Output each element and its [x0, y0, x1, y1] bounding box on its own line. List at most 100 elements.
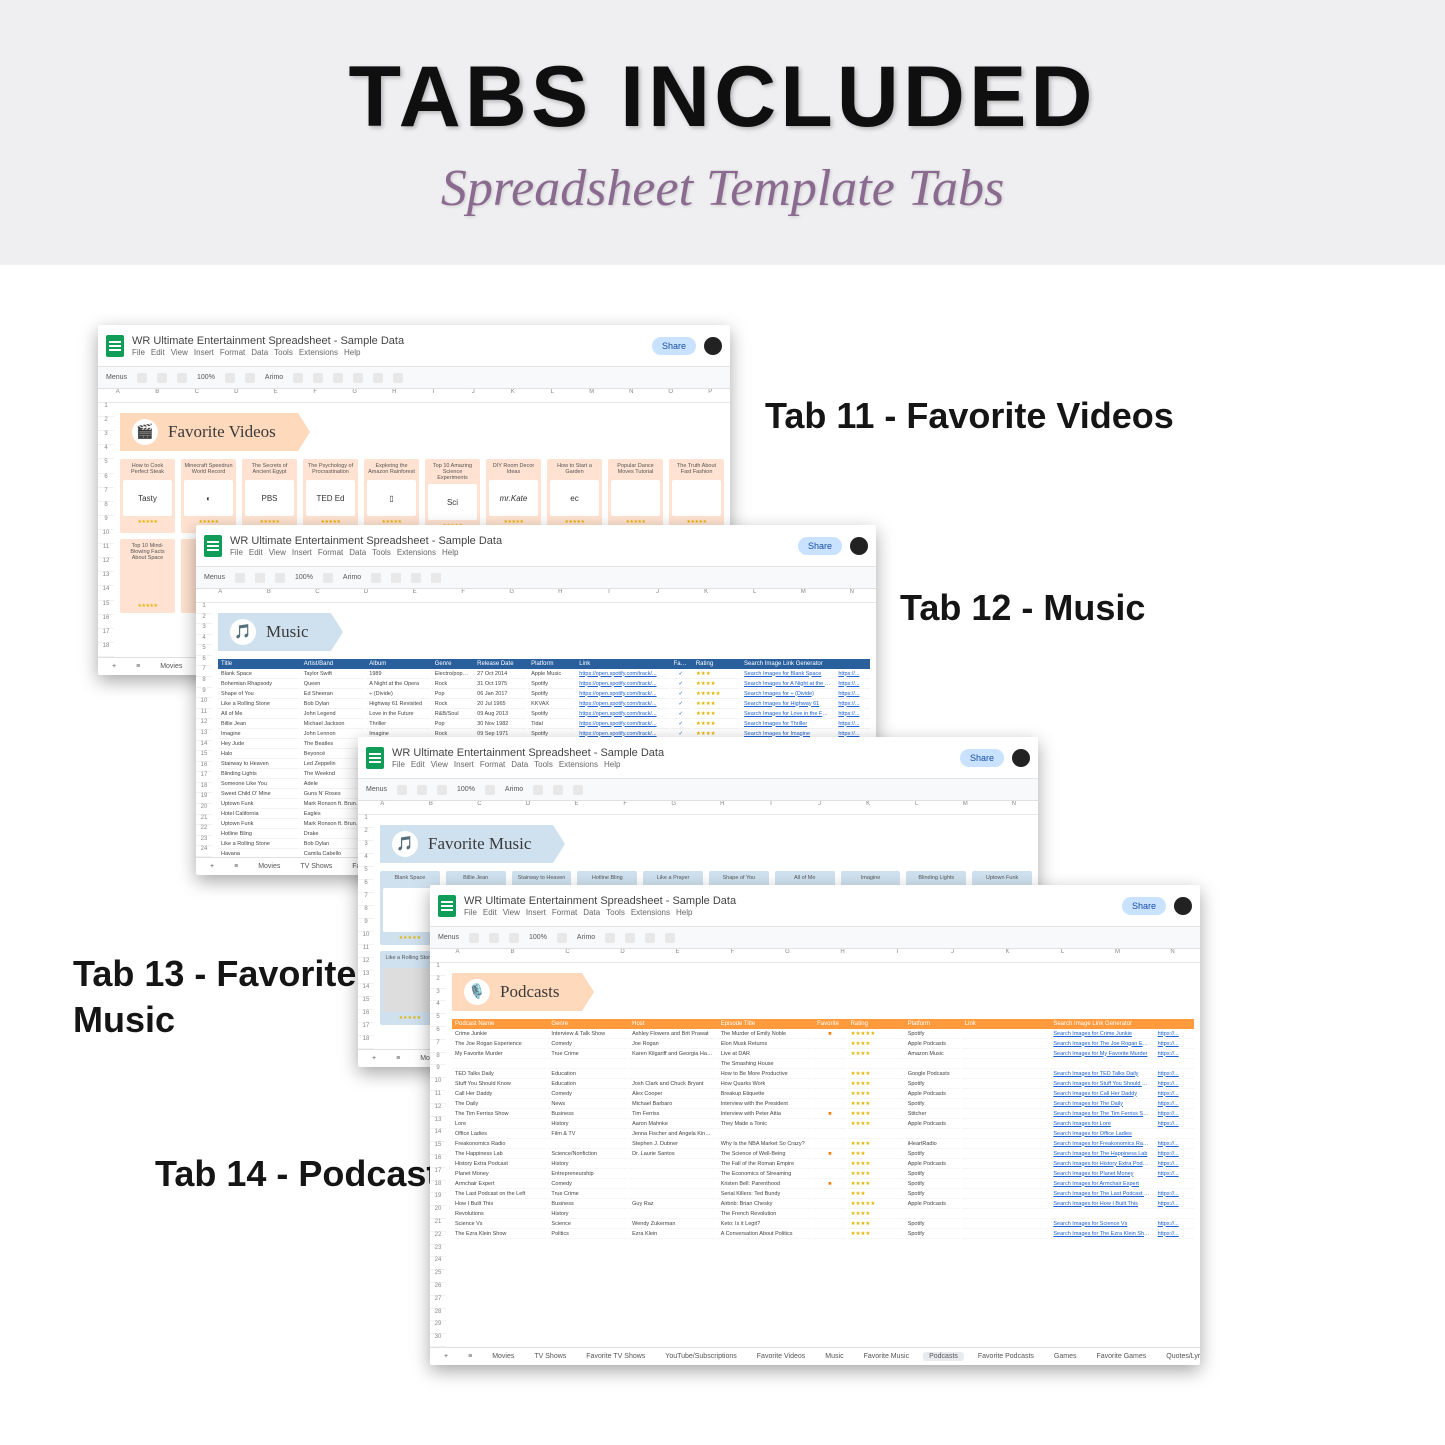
menu-view[interactable]: View — [171, 348, 188, 357]
sheet-tab[interactable]: Favorite Music — [858, 1352, 916, 1361]
music-row[interactable]: Bohemian RhapsodyQueenA Night at the Ope… — [218, 679, 870, 689]
share-button[interactable]: Share — [652, 337, 696, 355]
menu-tools[interactable]: Tools — [274, 348, 293, 357]
menu-edit[interactable]: Edit — [411, 760, 425, 769]
menu-view[interactable]: View — [269, 548, 286, 557]
podcast-row[interactable]: My Favorite MurderTrue CrimeKaren Kilgar… — [452, 1049, 1194, 1059]
podcast-row[interactable]: TED Talks DailyEducationHow to Be More P… — [452, 1069, 1194, 1079]
podcast-row[interactable]: Armchair ExpertComedyKristen Bell: Paren… — [452, 1179, 1194, 1189]
sheet-tabs[interactable]: +≡MoviesTV ShowsFavorite TV ShowsYouTube… — [430, 1347, 1200, 1365]
podcast-row[interactable]: The DailyNewsMichael BarbaroInterview wi… — [452, 1099, 1194, 1109]
menu-help[interactable]: Help — [442, 548, 458, 557]
podcast-row[interactable]: Planet MoneyEntrepreneurshipThe Economic… — [452, 1169, 1194, 1179]
music-row[interactable]: Blank SpaceTaylor Swift1989Electro/pop/D… — [218, 669, 870, 679]
menu-data[interactable]: Data — [511, 760, 528, 769]
video-card[interactable]: DIY Room Decor Ideasmr.Kate★★★★★ — [486, 459, 541, 533]
podcast-row[interactable]: Freakonomics RadioStephen J. DubnerWhy I… — [452, 1139, 1194, 1149]
sheet-tab[interactable]: Music — [819, 1352, 849, 1361]
sheet-tab[interactable]: YouTube/Subscriptions — [659, 1352, 742, 1361]
video-card[interactable]: Exploring the Amazon Rainforest▯★★★★★ — [364, 459, 419, 533]
menu-data[interactable]: Data — [349, 548, 366, 557]
podcast-row[interactable]: The Joe Rogan ExperienceComedyJoe RoganE… — [452, 1039, 1194, 1049]
music-icon: 🎵 — [230, 619, 256, 645]
menu-format[interactable]: Format — [318, 548, 343, 557]
video-card[interactable]: The Secrets of Ancient EgyptPBS★★★★★ — [242, 459, 297, 533]
video-card[interactable]: Top 10 Amazing Science ExperimentsSci★★★… — [425, 459, 480, 533]
music-row[interactable]: Shape of YouEd Sheeran÷ (Divide)Pop06 Ja… — [218, 689, 870, 699]
podcast-row[interactable]: The Tim Ferriss ShowBusinessTim FerrissI… — [452, 1109, 1194, 1119]
sheet-tab[interactable]: Movies — [252, 862, 286, 871]
sheet-tab[interactable]: Games — [1048, 1352, 1083, 1361]
podcast-row[interactable]: The Last Podcast on the LeftTrue CrimeSe… — [452, 1189, 1194, 1199]
menu-file[interactable]: File — [392, 760, 405, 769]
podcast-row[interactable]: The Ezra Klein ShowPoliticsEzra KleinA C… — [452, 1229, 1194, 1239]
menu-help[interactable]: Help — [676, 908, 692, 917]
menu-format[interactable]: Format — [220, 348, 245, 357]
podcast-row[interactable]: History Extra PodcastHistoryThe Fall of … — [452, 1159, 1194, 1169]
menu-format[interactable]: Format — [480, 760, 505, 769]
avatar[interactable] — [1012, 749, 1030, 767]
menu-extensions[interactable]: Extensions — [631, 908, 670, 917]
music-row[interactable]: Billie JeanMichael JacksonThrillerPop30 … — [218, 719, 870, 729]
menu-file[interactable]: File — [464, 908, 477, 917]
menu-format[interactable]: Format — [552, 908, 577, 917]
video-card[interactable]: The Truth About Fast Fashion★★★★★ — [669, 459, 724, 533]
video-card[interactable]: Minecraft Speedrun World Record◐★★★★★ — [181, 459, 236, 533]
menu-view[interactable]: View — [503, 908, 520, 917]
sheet-tab[interactable]: Favorite Games — [1090, 1352, 1152, 1361]
podcast-row[interactable]: RevolutionsHistoryThe French Revolution★… — [452, 1209, 1194, 1219]
share-button[interactable]: Share — [798, 537, 842, 555]
sheet-tab[interactable]: Favorite Videos — [751, 1352, 812, 1361]
video-card[interactable]: How to Cook Perfect SteakTasty★★★★★ — [120, 459, 175, 533]
video-card[interactable]: Popular Dance Moves Tutorial★★★★★ — [608, 459, 663, 533]
avatar[interactable] — [850, 537, 868, 555]
menu-extensions[interactable]: Extensions — [299, 348, 338, 357]
podcast-row[interactable]: The Smashing House — [452, 1059, 1194, 1069]
music-row[interactable]: All of MeJohn LegendLove in the FutureR&… — [218, 709, 870, 719]
menu-edit[interactable]: Edit — [483, 908, 497, 917]
sheet-tab[interactable]: Movies — [154, 662, 188, 671]
podcast-row[interactable]: Crime JunkieInterview & Talk ShowAshley … — [452, 1029, 1194, 1039]
menu-extensions[interactable]: Extensions — [559, 760, 598, 769]
menu-tools[interactable]: Tools — [372, 548, 391, 557]
menu-help[interactable]: Help — [344, 348, 360, 357]
menu-file[interactable]: File — [132, 348, 145, 357]
avatar[interactable] — [704, 337, 722, 355]
podcast-row[interactable]: Office LadiesFilm & TVJenna Fischer and … — [452, 1129, 1194, 1139]
podcast-row[interactable]: The Happiness LabScience/NonfictionDr. L… — [452, 1149, 1194, 1159]
sheet-tab[interactable]: Favorite Podcasts — [972, 1352, 1040, 1361]
menu-data[interactable]: Data — [251, 348, 268, 357]
menu-edit[interactable]: Edit — [151, 348, 165, 357]
share-button[interactable]: Share — [1122, 897, 1166, 915]
podcast-row[interactable]: Call Her DaddyComedyAlex CooperBreakup E… — [452, 1089, 1194, 1099]
menu-insert[interactable]: Insert — [194, 348, 214, 357]
menu-insert[interactable]: Insert — [526, 908, 546, 917]
share-button[interactable]: Share — [960, 749, 1004, 767]
sheet-tab[interactable]: TV Shows — [528, 1352, 572, 1361]
menu-tools[interactable]: Tools — [534, 760, 553, 769]
avatar[interactable] — [1174, 897, 1192, 915]
doc-menus: File Edit View Insert Format Data Tools Extensi… — [464, 908, 736, 917]
sheet-tab[interactable]: Podcasts — [923, 1352, 964, 1361]
podcast-row[interactable]: Science VsScienceWendy ZukermanKeto: Is … — [452, 1219, 1194, 1229]
menu-tools[interactable]: Tools — [606, 908, 625, 917]
sheet-tab[interactable]: Quotes/Lyrics — [1160, 1352, 1200, 1361]
podcast-row[interactable]: Stuff You Should KnowEducationJosh Clark… — [452, 1079, 1194, 1089]
menu-insert[interactable]: Insert — [292, 548, 312, 557]
music-row[interactable]: Like a Rolling StoneBob DylanHighway 61 … — [218, 699, 870, 709]
menu-help[interactable]: Help — [604, 760, 620, 769]
menu-view[interactable]: View — [431, 760, 448, 769]
sheet-tab[interactable]: TV Shows — [294, 862, 338, 871]
podcast-row[interactable]: How I Built ThisBusinessGuy RazAirbnb: B… — [452, 1199, 1194, 1209]
video-card[interactable]: Top 10 Mind-Blowing Facts About Space★★★… — [120, 539, 175, 613]
menu-edit[interactable]: Edit — [249, 548, 263, 557]
menu-insert[interactable]: Insert — [454, 760, 474, 769]
sheet-tab[interactable]: Favorite TV Shows — [580, 1352, 651, 1361]
menu-file[interactable]: File — [230, 548, 243, 557]
menu-data[interactable]: Data — [583, 908, 600, 917]
sheet-tab[interactable]: Movies — [486, 1352, 520, 1361]
menu-extensions[interactable]: Extensions — [397, 548, 436, 557]
video-card[interactable]: How to Start a Gardenec★★★★★ — [547, 459, 602, 533]
video-card[interactable]: The Psychology of ProcrastinationTED Ed★… — [303, 459, 358, 533]
podcast-row[interactable]: LoreHistoryAaron MahnkeThey Made a Tonic… — [452, 1119, 1194, 1129]
